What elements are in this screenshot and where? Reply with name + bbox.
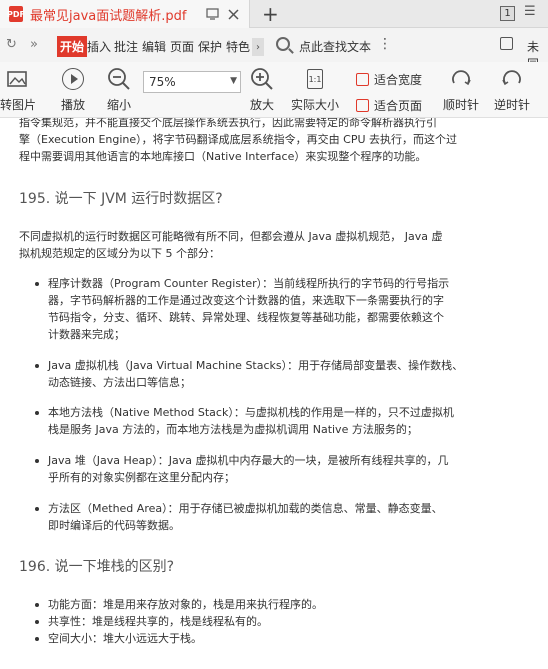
paragraph-195: 不同虚拟机的运行时数据区可能略微有所不同，但都会遵从 Java 虚拟机规范， J… — [19, 230, 443, 260]
rotate-clockwise-button[interactable]: 顺时针 — [443, 62, 479, 113]
zoom-out-button[interactable]: 缩小 — [107, 62, 131, 113]
menu-tab-feature[interactable]: 特色 — [226, 38, 250, 55]
menu-tab-insert[interactable]: 插入 — [87, 38, 111, 55]
bullet — [35, 364, 39, 368]
fit-page-button[interactable]: 适合页面 — [356, 97, 422, 114]
list-item: 程序计数器（Program Counter Register）：当前线程所执行的… — [48, 277, 450, 341]
document-tab[interactable]: PDF 最常见java面试题解析.pdf — [0, 0, 250, 28]
toolbar: 转图片 播放 缩小 75% ▼ 放大 1:1 实际大小 适合宽度 适合页面 顺时… — [0, 62, 548, 118]
menu-tab-annotate[interactable]: 批注 — [114, 38, 138, 55]
more-tabs-chevron-icon[interactable]: › — [252, 38, 264, 56]
bullet — [35, 459, 39, 463]
rotate-counterclockwise-button[interactable]: 逆时针 — [494, 62, 530, 113]
rotate-image-button[interactable]: 转图片 — [0, 62, 36, 113]
document-view[interactable]: 指令集规范，并不能直接交个底层操作系统去执行，因此需要特定的命令解析器执行引 擎… — [0, 118, 548, 669]
actual-size-icon: 1:1 — [307, 62, 323, 96]
bullet — [35, 603, 39, 607]
rotate-cw-icon — [450, 62, 472, 96]
bullet — [35, 620, 39, 624]
double-chevron-icon[interactable]: » — [30, 37, 38, 52]
fit-width-button[interactable]: 适合宽度 — [356, 71, 422, 88]
page-count-badge[interactable]: 1 — [500, 6, 515, 21]
menu-tab-start[interactable]: 开始 — [57, 36, 88, 57]
list-item: 功能方面：堆是用来存放对象的，栈是用来执行程序的。 — [48, 598, 323, 611]
intro-paragraph: 指令集规范，并不能直接交个底层操作系统去执行，因此需要特定的命令解析器执行引 擎… — [19, 118, 458, 163]
new-tab-plus-icon[interactable]: + — [262, 2, 279, 26]
search-text-button[interactable]: 点此查找文本 — [299, 38, 371, 55]
list-item: Java 虚拟机栈（Java Virtual Machine Stacks）：用… — [48, 359, 464, 389]
actual-size-button[interactable]: 1:1 实际大小 — [291, 62, 339, 113]
tab-bar: PDF 最常见java面试题解析.pdf + 1 ☰ — [0, 0, 548, 28]
zoom-out-icon — [107, 62, 131, 96]
list-item: 共享性：堆是线程共享的，栈是线程私有的。 — [48, 615, 268, 628]
list-item: 方法区（Methed Area）：用于存储已被虚拟机加载的类信息、常量、静态变量… — [48, 502, 443, 532]
chevron-down-icon: ▼ — [230, 76, 237, 86]
menu-tab-edit[interactable]: 编辑 — [142, 38, 166, 55]
refresh-icon[interactable]: ↻ — [6, 37, 17, 52]
more-options-icon[interactable]: ⋮ — [378, 36, 392, 52]
search-icon[interactable] — [276, 37, 290, 51]
hamburger-menu-icon[interactable]: ☰ — [524, 4, 536, 19]
heading-196: 196. 说一下堆栈的区别? — [19, 559, 175, 575]
image-convert-icon — [7, 62, 29, 96]
pdf-file-icon: PDF — [7, 6, 25, 22]
fit-width-icon — [356, 73, 369, 86]
bullet — [35, 411, 39, 415]
menu-tab-page[interactable]: 页面 — [170, 38, 194, 55]
zoom-in-button[interactable]: 放大 — [250, 62, 274, 113]
bullet — [35, 282, 39, 286]
menu-row: ↻ » 开始 插入 批注 编辑 页面 保护 特色 › 点此查找文本 ⋮ 未同 — [0, 28, 548, 71]
fit-page-icon — [356, 99, 369, 112]
bullet — [35, 637, 39, 641]
rotate-ccw-icon — [501, 62, 523, 96]
tab-title: 最常见java面试题解析.pdf — [30, 8, 187, 24]
screen-icon[interactable] — [203, 5, 221, 23]
play-button[interactable]: 播放 — [61, 62, 85, 113]
heading-195: 195. 说一下 JVM 运行时数据区? — [19, 191, 223, 207]
list-item: 空间大小：堆大小远远大于栈。 — [48, 632, 202, 645]
play-icon — [62, 62, 84, 96]
zoom-in-icon — [250, 62, 274, 96]
list-item: Java 堆（Java Heap）：Java 虚拟机中内存最大的一块，是被所有线… — [48, 454, 449, 484]
bullet — [35, 507, 39, 511]
close-icon[interactable] — [224, 5, 242, 23]
list-item: 本地方法栈（Native Method Stack）：与虚拟机栈的作用是一样的，… — [48, 406, 454, 436]
menu-tab-protect[interactable]: 保护 — [198, 38, 222, 55]
share-icon[interactable] — [500, 37, 513, 50]
zoom-value: 75% — [149, 75, 176, 89]
zoom-select[interactable]: 75% ▼ — [143, 71, 241, 93]
